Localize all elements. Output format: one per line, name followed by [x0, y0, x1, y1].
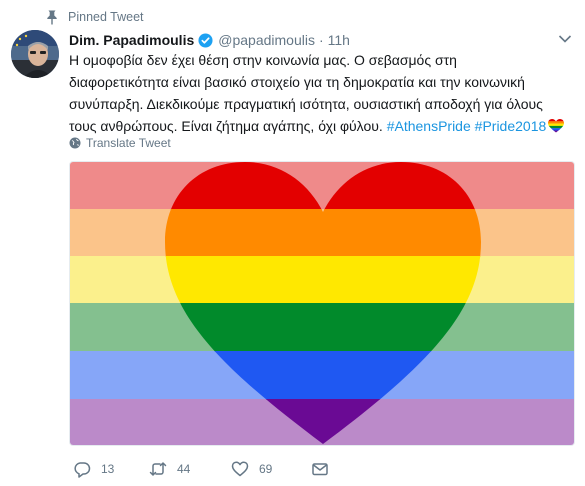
avatar[interactable] [11, 30, 59, 78]
hashtag-link[interactable]: #Pride2018 [475, 118, 547, 134]
display-name[interactable]: Dim. Papadimoulis [69, 32, 194, 48]
tweet-timestamp[interactable]: 11h [328, 32, 350, 48]
envelope-icon [312, 463, 328, 476]
tweet-media-image[interactable] [69, 161, 575, 446]
retweet-button[interactable]: 44 [149, 458, 190, 480]
pinned-label: Pinned Tweet [68, 10, 144, 24]
globe-icon [69, 137, 81, 149]
reply-icon [74, 462, 91, 478]
heart-icon [231, 461, 249, 477]
rainbow-heart-icon [548, 119, 565, 133]
tweet-actions: 13 44 69 [69, 458, 369, 480]
like-count: 69 [259, 462, 273, 476]
tweet-text-segment: τους ανθρώπους. Είναι ζήτημα αγάπης, όχι… [69, 118, 387, 134]
tweet-text-line: Η ομοφοβία δεν έχει θέση στην κοινωνία μ… [69, 52, 457, 68]
reply-count: 13 [101, 462, 115, 476]
tweet-header: Dim. Papadimoulis @papadimoulis · 11h [69, 30, 350, 50]
translate-label: Translate Tweet [86, 136, 171, 150]
user-handle[interactable]: @papadimoulis [218, 32, 315, 48]
translate-tweet-link[interactable]: Translate Tweet [69, 135, 171, 151]
like-button[interactable]: 69 [231, 458, 272, 480]
avatar-photo [11, 30, 59, 78]
rainbow-heart-flag-image [70, 162, 574, 445]
verified-badge-icon [198, 32, 213, 48]
separator-dot: · [318, 32, 324, 48]
pin-icon [47, 10, 57, 25]
hashtag-link[interactable]: #AthensPride [387, 118, 471, 134]
retweet-icon [149, 462, 167, 476]
tweet-text-line: διαφορετικότητα είναι βασικό στοιχείο γι… [69, 74, 525, 90]
reply-button[interactable]: 13 [73, 458, 114, 480]
tweet-text: Η ομοφοβία δεν έχει θέση στην κοινωνία μ… [69, 49, 579, 137]
direct-message-button[interactable] [311, 458, 329, 480]
retweet-count: 44 [177, 462, 191, 476]
chevron-down-icon[interactable] [558, 34, 572, 44]
tweet-text-line: συνύπαρξη. Διεκδικούμε πραγματική ισότητ… [69, 96, 543, 112]
tweet-text-line: τους ανθρώπους. Είναι ζήτημα αγάπης, όχι… [69, 115, 579, 137]
